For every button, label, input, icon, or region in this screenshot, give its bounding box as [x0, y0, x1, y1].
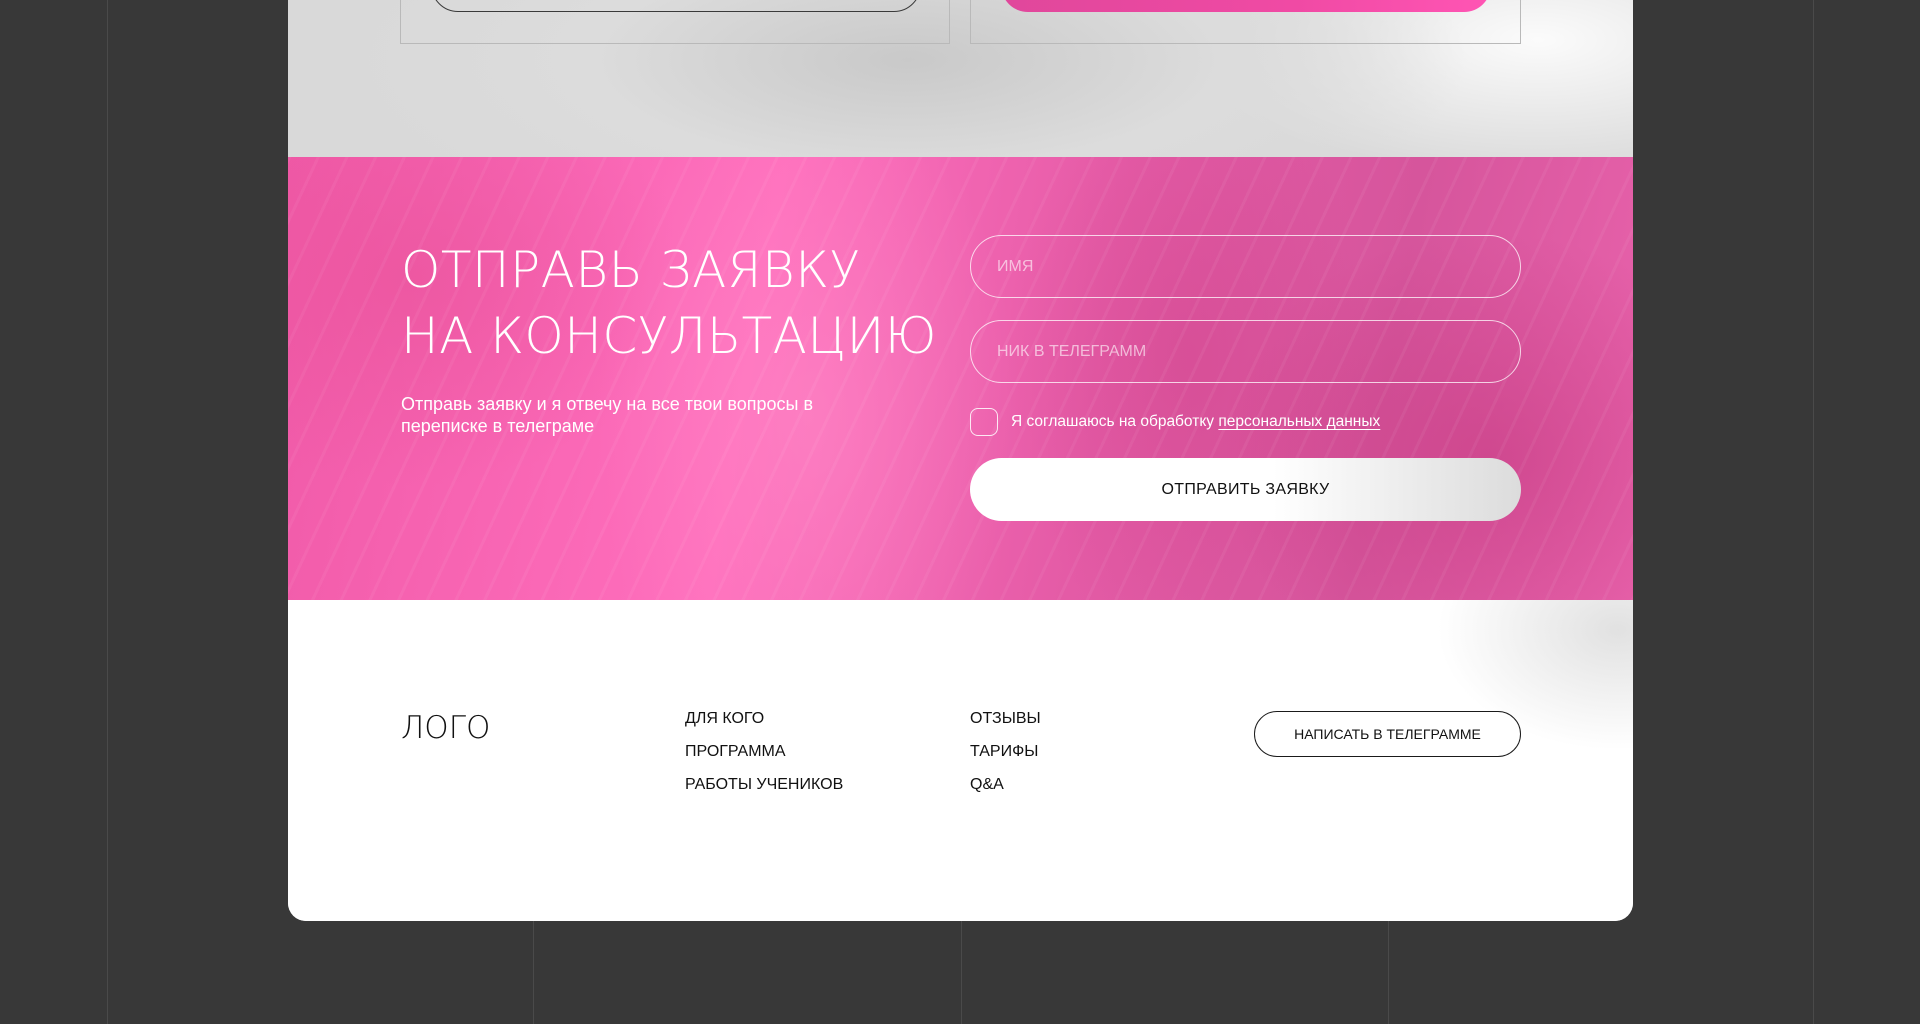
- grid-line: [107, 0, 108, 1024]
- nav-link-program[interactable]: ПРОГРАММА: [685, 743, 786, 760]
- telegram-nick-input[interactable]: [970, 320, 1521, 383]
- nav-link-for-whom[interactable]: ДЛЯ КОГО: [685, 710, 764, 727]
- form-title-line: ОТПРАВЬ ЗАЯВКУ: [401, 241, 861, 299]
- consent-text: Я соглашаюсь на обработку: [1011, 413, 1215, 430]
- grid-line: [1813, 0, 1814, 1024]
- footer-nav-item: ПРОГРАММА: [685, 743, 843, 776]
- footer-nav-item: ОТЗЫВЫ: [970, 710, 1041, 743]
- form-title: ОТПРАВЬ ЗАЯВКУ НА КОНСУЛЬТАЦИЮ: [401, 237, 937, 369]
- form-title-line: НА КОНСУЛЬТАЦИЮ: [401, 307, 937, 365]
- footer-logo[interactable]: ЛОГО: [401, 710, 490, 746]
- footer-nav-item: Q&A: [970, 776, 1041, 809]
- form-subtitle: Отправь заявку и я отвечу на все твои во…: [401, 394, 814, 436]
- personal-data-link[interactable]: персональных данных: [1218, 413, 1380, 430]
- footer-nav-column: ДЛЯ КОГО ПРОГРАММА РАБОТЫ УЧЕНИКОВ: [685, 710, 843, 809]
- consent-row: Я соглашаюсь на обработку персональных д…: [970, 407, 1380, 437]
- nav-link-qa[interactable]: Q&A: [970, 776, 1004, 793]
- footer-nav-item: ТАРИФЫ: [970, 743, 1041, 776]
- nav-link-tariffs[interactable]: ТАРИФЫ: [970, 743, 1038, 760]
- landing-page: ОТПРАВЬ ЗАЯВКУ НА КОНСУЛЬТАЦИЮ Отправь з…: [288, 0, 1633, 921]
- footer-nav-item: ДЛЯ КОГО: [685, 710, 843, 743]
- telegram-contact-button[interactable]: НАПИСАТЬ В ТЕЛЕГРАММЕ: [1254, 711, 1521, 757]
- consent-label: Я соглашаюсь на обработку персональных д…: [1011, 413, 1380, 431]
- footer-nav-column: ОТЗЫВЫ ТАРИФЫ Q&A: [970, 710, 1041, 809]
- nav-link-student-works[interactable]: РАБОТЫ УЧЕНИКОВ: [685, 776, 843, 793]
- name-input[interactable]: [970, 235, 1521, 298]
- tariff-card-left: [400, 0, 950, 44]
- submit-button[interactable]: ОТПРАВИТЬ ЗАЯВКУ: [970, 458, 1521, 521]
- footer-nav-item: РАБОТЫ УЧЕНИКОВ: [685, 776, 843, 809]
- previous-section: [288, 0, 1633, 157]
- consultation-form-section: ОТПРАВЬ ЗАЯВКУ НА КОНСУЛЬТАЦИЮ Отправь з…: [288, 157, 1633, 600]
- consent-checkbox[interactable]: [970, 408, 998, 436]
- outline-button[interactable]: [431, 0, 921, 12]
- pink-button[interactable]: [1001, 0, 1491, 12]
- nav-link-reviews[interactable]: ОТЗЫВЫ: [970, 710, 1041, 727]
- footer: ЛОГО ДЛЯ КОГО ПРОГРАММА РАБОТЫ УЧЕНИКОВ …: [288, 600, 1633, 921]
- tariff-card-right: [970, 0, 1521, 44]
